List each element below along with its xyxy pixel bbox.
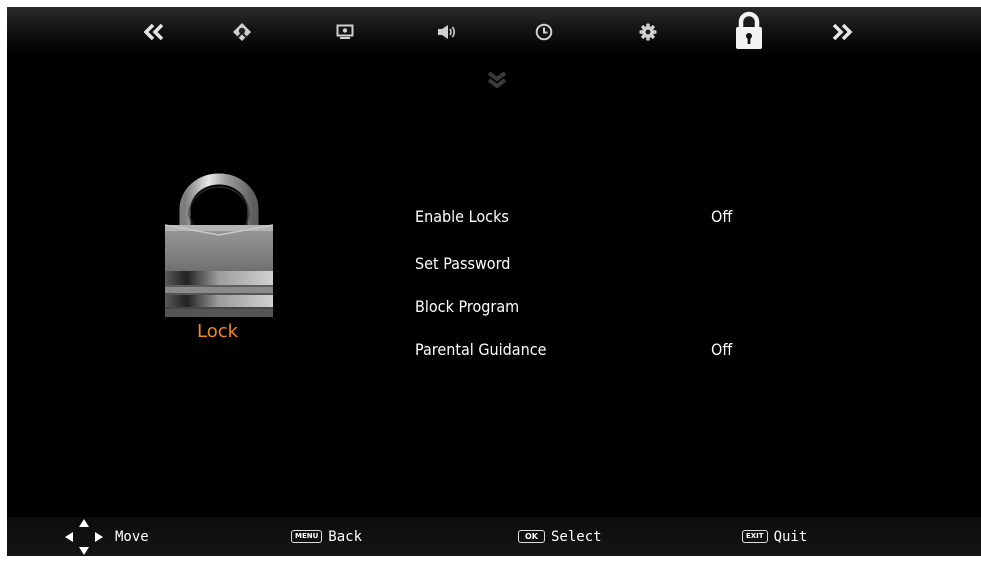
hint-quit-label: Quit xyxy=(773,528,808,545)
dpad-arrows-icon xyxy=(65,518,103,555)
hint-quit: EXIT Quit xyxy=(742,517,807,556)
hint-back: MENU Back xyxy=(291,517,362,556)
menu-item-value[interactable]: Off xyxy=(711,202,732,232)
tab-sound[interactable] xyxy=(432,17,462,47)
double-chevron-left-icon xyxy=(143,24,164,40)
menu-item-enable-locks[interactable]: Enable Locks Off xyxy=(415,202,895,232)
tab-channel[interactable] xyxy=(227,17,257,47)
top-nav-bar xyxy=(7,7,981,55)
menu-key-icon: MENU xyxy=(291,530,323,543)
exit-key-icon: EXIT xyxy=(742,530,768,543)
menu-item-label: Block Program xyxy=(415,297,520,316)
hint-back-label: Back xyxy=(328,528,363,545)
clock-icon xyxy=(535,23,553,41)
antenna-icon xyxy=(233,23,251,41)
tab-lock[interactable] xyxy=(729,9,769,53)
menu-item-value[interactable]: Off xyxy=(711,335,732,365)
hint-move: Move xyxy=(63,517,149,556)
ok-key-icon: OK xyxy=(518,530,545,543)
tab-picture[interactable] xyxy=(330,17,360,47)
hint-select-label: Select xyxy=(551,528,602,545)
tv-menu-screen: Lock Enable Locks Off Set Password Block… xyxy=(7,7,981,556)
tab-prev-page[interactable] xyxy=(139,17,169,47)
menu-item-parental-guidance[interactable]: Parental Guidance Off xyxy=(415,335,895,365)
tab-next-page[interactable] xyxy=(827,17,857,47)
speaker-icon xyxy=(438,25,456,39)
hint-select: OK Select xyxy=(518,517,602,556)
key-hint-bar: Move MENU Back OK Select EXIT Quit xyxy=(7,517,981,556)
menu-item-label: Parental Guidance xyxy=(415,340,547,359)
tab-setup[interactable] xyxy=(633,17,663,47)
menu-item-label: Enable Locks xyxy=(415,207,509,226)
double-chevron-right-icon xyxy=(832,24,853,40)
double-chevron-down-icon xyxy=(487,71,507,89)
hint-move-label: Move xyxy=(115,528,149,545)
category-title: Lock xyxy=(197,321,239,342)
tab-time[interactable] xyxy=(529,17,559,47)
menu-item-set-password[interactable]: Set Password xyxy=(415,249,895,279)
menu-item-label: Set Password xyxy=(415,254,511,273)
gear-icon xyxy=(639,23,657,41)
monitor-icon xyxy=(336,24,354,39)
menu-item-block-program[interactable]: Block Program xyxy=(415,292,895,322)
padlock-icon xyxy=(164,173,274,317)
padlock-icon xyxy=(736,11,762,49)
